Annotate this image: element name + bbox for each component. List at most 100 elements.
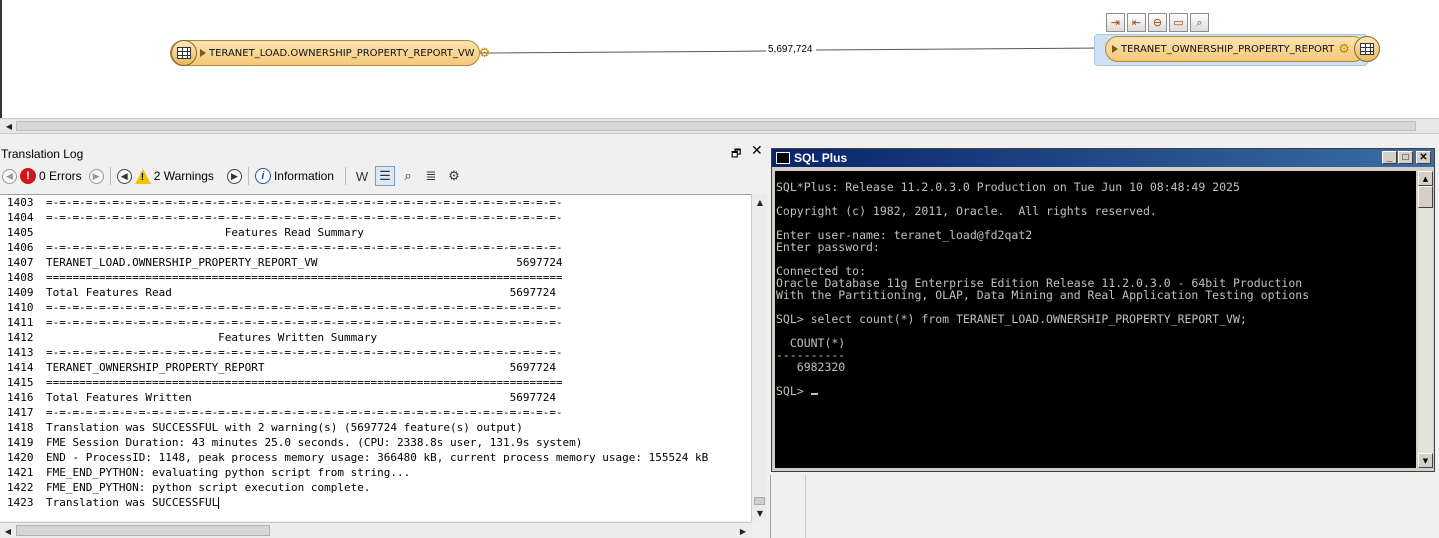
line-text: =-=-=-=-=-=-=-=-=-=-=-=-=-=-=-=-=-=-=-=-…: [46, 406, 563, 419]
console-vertical-scrollbar[interactable]: ▲ ▼: [1418, 171, 1433, 468]
close-button[interactable]: ✕: [1416, 151, 1431, 164]
remove-icon[interactable]: ⊖: [1148, 13, 1167, 32]
right-pane-background: [768, 475, 1439, 538]
close-icon[interactable]: ✕: [751, 143, 763, 159]
error-icon: !: [20, 168, 36, 184]
console-line-text: Copyright (c) 1982, 2011, Oracle. All ri…: [776, 204, 1157, 218]
reader-dataset-icon[interactable]: [171, 40, 197, 66]
console-line-text: Enter password:: [776, 240, 880, 254]
sqlplus-window[interactable]: SQL Plus _ □ ✕ SQL*Plus: Release 11.2.0.…: [771, 148, 1435, 472]
scroll-thumb[interactable]: [1418, 186, 1433, 208]
line-numbers-icon[interactable]: ☰: [374, 166, 395, 186]
log-line: 1420 END - ProcessID: 1148, peak process …: [0, 450, 752, 465]
warnings-filter-button[interactable]: 2 Warnings: [134, 168, 214, 184]
inspect-icon[interactable]: ⌕: [1190, 13, 1209, 32]
line-number: 1409: [7, 286, 34, 299]
scroll-down-arrow-icon[interactable]: ▼: [753, 506, 767, 520]
console-output[interactable]: SQL*Plus: Release 11.2.0.3.0 Production …: [775, 171, 1416, 468]
log-line: 1407 TERANET_LOAD.OWNERSHIP_PROPERTY_REPO…: [0, 255, 752, 270]
line-number: 1414: [7, 361, 34, 374]
toolbar-separator: [109, 167, 111, 185]
line-number: 1412: [7, 331, 34, 344]
line-text: =-=-=-=-=-=-=-=-=-=-=-=-=-=-=-=-=-=-=-=-…: [46, 241, 563, 254]
maximize-button[interactable]: □: [1398, 151, 1413, 164]
scroll-thumb[interactable]: [16, 121, 1416, 131]
console-line-text: With the Partitioning, OLAP, Data Mining…: [776, 288, 1310, 302]
writer-toolbar: ⇥ ⇤ ⊖ ▭ ⌕: [1106, 13, 1209, 33]
connection-line[interactable]: [480, 0, 1105, 118]
console-line: SQL>: [775, 385, 1416, 397]
log-line: 1405 Features Read Summary: [0, 225, 752, 240]
line-text: TERANET_LOAD.OWNERSHIP_PROPERTY_REPORT_V…: [46, 256, 563, 269]
line-number: 1405: [7, 226, 34, 239]
line-number: 1413: [7, 346, 34, 359]
export-icon[interactable]: ⇤: [1127, 13, 1146, 32]
line-number: 1404: [7, 211, 34, 224]
next-error-icon[interactable]: ▶: [88, 168, 104, 184]
log-vertical-scrollbar[interactable]: ▲ ▼: [751, 194, 767, 521]
reader-feature-type-node[interactable]: TERANET_LOAD.OWNERSHIP_PROPERTY_REPORT_V…: [170, 40, 490, 66]
scroll-right-arrow-icon[interactable]: ▶: [736, 524, 750, 538]
previous-error-icon[interactable]: ◀: [2, 168, 17, 184]
window-title: SQL Plus: [794, 151, 848, 165]
scroll-up-arrow-icon[interactable]: ▲: [753, 195, 767, 209]
scroll-thumb[interactable]: [754, 497, 765, 505]
scroll-left-arrow-icon[interactable]: ◀: [2, 119, 16, 133]
line-text: Total Features Read 5697724: [46, 286, 556, 299]
console-line-text: SQL> select count(*) from TERANET_LOAD.O…: [776, 312, 1247, 326]
scroll-thumb[interactable]: [16, 525, 270, 536]
console-line: With the Partitioning, OLAP, Data Mining…: [775, 289, 1416, 301]
console-line: SQL> select count(*) from TERANET_LOAD.O…: [775, 313, 1416, 325]
line-number: 1410: [7, 301, 34, 314]
gear-icon[interactable]: ⚙: [479, 46, 491, 61]
writer-feature-type-node[interactable]: TERANET_OWNERSHIP_PROPERTY_REPORT ⚙: [1105, 36, 1380, 62]
window-titlebar[interactable]: SQL Plus _ □ ✕: [772, 149, 1434, 167]
restore-icon[interactable]: 🗗: [731, 145, 741, 164]
next-warning-icon[interactable]: ▶: [226, 168, 242, 184]
line-text: Translation was SUCCESSFUL with 2 warnin…: [46, 421, 523, 434]
workspace-canvas[interactable]: 5,697,724 TERANET_LOAD.OWNERSHIP_PROPERT…: [0, 0, 1439, 118]
pane-divider[interactable]: [770, 475, 771, 538]
console-icon[interactable]: [776, 152, 790, 164]
text-cursor: [810, 393, 818, 395]
log-line: 1418 Translation was SUCCESSFUL with 2 wa…: [0, 420, 752, 435]
errors-filter-button[interactable]: ! 0 Errors: [20, 168, 82, 184]
log-text-area[interactable]: 1403 =-=-=-=-=-=-=-=-=-=-=-=-=-=-=-=-=-=-…: [0, 194, 752, 521]
line-text: =-=-=-=-=-=-=-=-=-=-=-=-=-=-=-=-=-=-=-=-…: [46, 316, 563, 329]
line-text: Features Written Summary: [46, 331, 378, 344]
line-text: Translation was SUCCESSFUL: [42, 495, 219, 510]
errors-label: 0 Errors: [39, 169, 82, 183]
line-number: 1417: [7, 406, 34, 419]
previous-warning-icon[interactable]: ◀: [116, 168, 132, 184]
minimize-button[interactable]: _: [1382, 151, 1397, 164]
pane-divider: [805, 475, 806, 538]
line-number: 1416: [7, 391, 34, 404]
writer-dataset-icon[interactable]: [1353, 36, 1380, 62]
log-line: 1406 =-=-=-=-=-=-=-=-=-=-=-=-=-=-=-=-=-=-…: [0, 240, 752, 255]
settings-gear-icon[interactable]: ⚙: [444, 166, 464, 186]
log-horizontal-scrollbar[interactable]: ◀ ▶: [0, 522, 752, 538]
find-icon[interactable]: ⌕: [398, 166, 418, 186]
reader-node-label: TERANET_LOAD.OWNERSHIP_PROPERTY_REPORT_V…: [209, 47, 475, 59]
console-line-text: 6982320: [776, 360, 846, 374]
scroll-down-arrow-icon[interactable]: ▼: [1418, 453, 1433, 468]
gear-icon[interactable]: ⚙: [1338, 42, 1350, 57]
info-icon: i: [254, 168, 271, 184]
word-wrap-icon[interactable]: W: [352, 166, 372, 186]
filter-log-icon[interactable]: ≣: [421, 166, 441, 186]
line-text: =-=-=-=-=-=-=-=-=-=-=-=-=-=-=-=-=-=-=-=-…: [46, 346, 563, 359]
log-line: 1417 =-=-=-=-=-=-=-=-=-=-=-=-=-=-=-=-=-=-…: [0, 405, 752, 420]
scroll-up-arrow-icon[interactable]: ▲: [1418, 171, 1433, 186]
log-line: 1422 FME_END_PYTHON: python script execut…: [0, 480, 752, 495]
canvas-horizontal-scrollbar[interactable]: ◀: [0, 118, 1439, 134]
line-number: 1419: [7, 436, 34, 449]
information-filter-button[interactable]: i Information: [254, 168, 334, 184]
scroll-left-arrow-icon[interactable]: ◀: [1, 524, 15, 538]
import-icon[interactable]: ⇥: [1106, 13, 1125, 32]
folder-icon[interactable]: ▭: [1169, 13, 1188, 32]
line-text: Features Read Summary: [46, 226, 364, 239]
line-text: =-=-=-=-=-=-=-=-=-=-=-=-=-=-=-=-=-=-=-=-…: [46, 301, 563, 314]
